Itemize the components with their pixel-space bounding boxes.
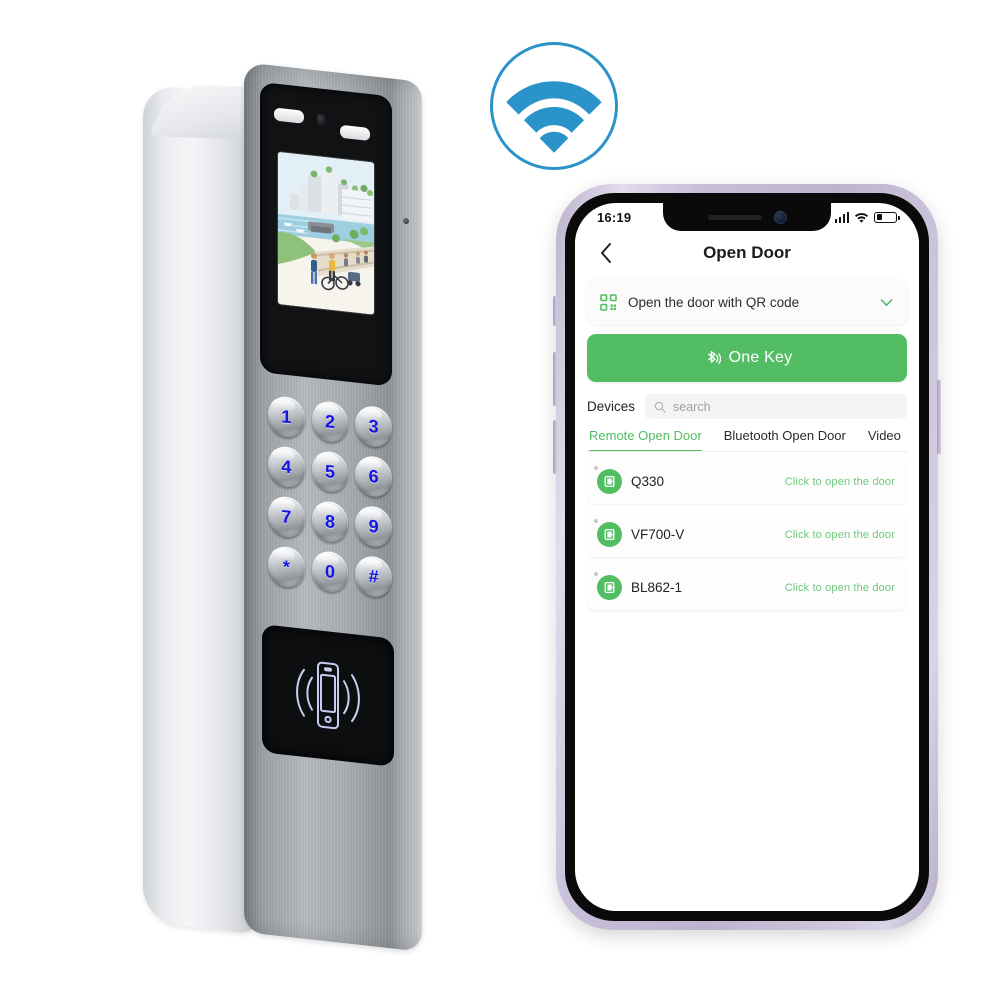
keypad-key-hash[interactable]: # [355, 554, 392, 599]
back-button[interactable] [593, 240, 619, 266]
smartphone-mockup: 16:19 Open Door Open the door with QR co… [553, 184, 941, 930]
devices-header: Devices search [587, 394, 907, 419]
terminal-camera-panel [260, 81, 392, 387]
table-row[interactable]: VF700-V Click to open the door [587, 512, 907, 557]
device-mode-tabs: Remote Open Door Bluetooth Open Door Vid… [587, 428, 907, 452]
tab-video[interactable]: Video [868, 428, 901, 451]
one-key-label: One Key [728, 349, 793, 366]
phone-bezel: 16:19 Open Door Open the door with QR co… [565, 193, 929, 921]
app-nav-bar: Open Door [575, 231, 919, 275]
light-sensor-icon [403, 217, 409, 225]
device-name: Q330 [631, 474, 665, 489]
terminal-keypad: 1 2 3 4 5 6 7 8 9 * 0 # [268, 394, 392, 599]
qr-row-label: Open the door with QR code [628, 294, 800, 310]
rfid-card-reader[interactable] [262, 624, 394, 767]
search-input[interactable]: search [645, 394, 907, 419]
table-row[interactable]: BL862-1 Click to open the door [587, 565, 907, 610]
wifi-badge [490, 42, 618, 170]
device-status-dot [594, 572, 598, 576]
chevron-left-icon [601, 243, 611, 263]
keypad-key-star[interactable]: * [268, 544, 305, 589]
keypad-key-0[interactable]: 0 [311, 549, 349, 594]
terminal-front-panel: 1 2 3 4 5 6 7 8 9 * 0 # [244, 62, 422, 952]
device-name: BL862-1 [631, 580, 683, 595]
search-icon [654, 401, 666, 413]
keypad-key-3[interactable]: 3 [355, 404, 392, 449]
wifi-icon [506, 81, 602, 153]
device-name: VF700-V [631, 527, 685, 542]
wifi-status-icon [854, 213, 869, 223]
door-icon [597, 575, 622, 600]
device-action[interactable]: Click to open the door [785, 529, 895, 541]
phone-volume-down-button[interactable] [553, 420, 557, 474]
page-title: Open Door [703, 243, 791, 262]
phone-mute-switch[interactable] [553, 296, 557, 326]
device-status-dot [594, 519, 598, 523]
status-bar-time: 16:19 [597, 209, 632, 225]
door-icon [597, 469, 622, 494]
device-status-dot [594, 466, 598, 470]
device-action[interactable]: Click to open the door [785, 582, 895, 594]
search-placeholder: search [673, 399, 711, 414]
city-waterfront-illustration [278, 151, 374, 315]
nfc-card-reader-icon [296, 661, 360, 730]
keypad-key-5[interactable]: 5 [311, 449, 349, 494]
ir-illuminator-left-icon [274, 107, 304, 124]
open-with-qr-code-row[interactable]: Open the door with QR code [587, 279, 907, 325]
keypad-key-2[interactable]: 2 [311, 399, 349, 444]
status-bar: 16:19 [575, 203, 919, 231]
ir-illuminator-right-icon [340, 124, 370, 142]
phone-power-button[interactable] [937, 380, 941, 454]
table-row[interactable]: Q330 Click to open the door [587, 459, 907, 504]
device-list: Q330 Click to open the door VF700-V Clic… [587, 459, 907, 610]
tab-bluetooth-open-door[interactable]: Bluetooth Open Door [724, 428, 846, 451]
keypad-key-7[interactable]: 7 [268, 494, 305, 539]
keypad-key-6[interactable]: 6 [355, 454, 392, 499]
device-action[interactable]: Click to open the door [785, 476, 895, 488]
qr-code-icon [600, 293, 617, 311]
camera-lens-icon [317, 113, 325, 128]
devices-section-title: Devices [587, 399, 636, 414]
phone-volume-up-button[interactable] [553, 352, 557, 406]
keypad-key-8[interactable]: 8 [311, 499, 349, 544]
keypad-key-9[interactable]: 9 [355, 504, 392, 549]
bluetooth-icon [707, 350, 721, 364]
access-control-terminal: 1 2 3 4 5 6 7 8 9 * 0 # [138, 62, 438, 952]
door-icon [597, 522, 622, 547]
battery-icon [874, 211, 900, 223]
chevron-down-icon[interactable] [879, 295, 894, 310]
one-key-button[interactable]: One Key [587, 334, 907, 382]
tab-remote-open-door[interactable]: Remote Open Door [589, 428, 702, 451]
terminal-lcd-display [278, 151, 374, 315]
terminal-side-housing [143, 83, 255, 935]
keypad-key-4[interactable]: 4 [268, 444, 305, 489]
cellular-signal-icon [834, 211, 849, 223]
phone-screen: 16:19 Open Door Open the door with QR co… [575, 203, 919, 911]
keypad-key-1[interactable]: 1 [268, 394, 305, 439]
